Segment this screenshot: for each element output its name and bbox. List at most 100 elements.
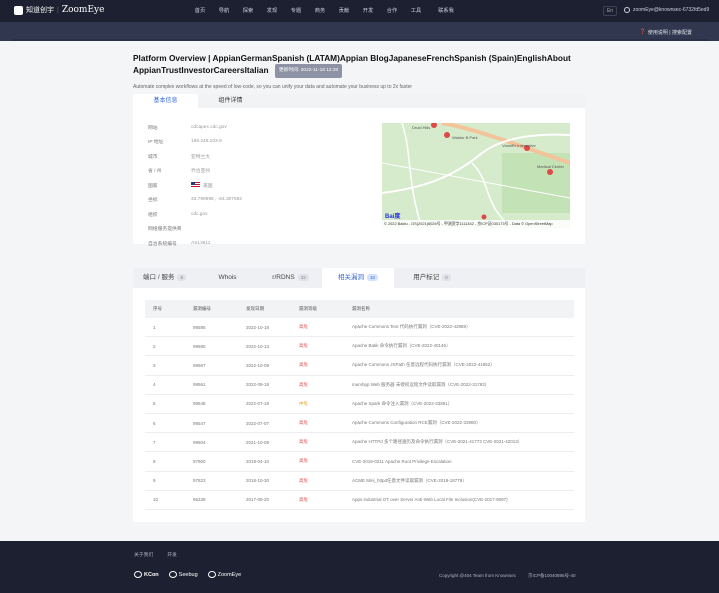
info-tabs: 基本信息 组件详情 <box>133 94 585 108</box>
table-cell: 5 <box>153 401 156 407</box>
tab-whois[interactable]: Whois <box>196 268 259 288</box>
col-header: 序号 <box>153 306 162 311</box>
info-row: 网络服务提供商 <box>148 222 242 237</box>
table-cell: 10 <box>153 497 159 503</box>
table-cell: 2017-09-20 <box>246 497 270 503</box>
table-cell[interactable]: Apache HTTPd 多个路径遍历及命令执行漏洞（CVE-2021-4177… <box>352 439 574 445</box>
table-row[interactable]: 3 99567 2022-10-09 高危 Apache Commons JXPath … <box>145 356 574 376</box>
severity-label: 高危 <box>299 477 308 483</box>
menu-item[interactable]: 开发 <box>356 7 380 14</box>
language-toggle[interactable]: En <box>603 6 617 16</box>
table-cell: 99585 <box>193 324 206 330</box>
location-map[interactable]: Druid Hills Waldor B Park ViamiRr Intera… <box>382 123 570 228</box>
tab-rdns[interactable]: r/RDNS 32 <box>259 268 322 288</box>
help-links-text: 使用说明 | 搜索配置 <box>647 30 692 36</box>
footer-link[interactable]: 开发 <box>167 551 177 558</box>
table-cell: 99580 <box>193 343 206 349</box>
info-card: 基本信息 组件详情 网站 cdcapex.cdc.gov IP 地址 198.246… <box>133 94 585 247</box>
table-cell: 2 <box>153 343 156 349</box>
info-value[interactable]: AS13611 <box>191 241 210 246</box>
severity-label: 高危 <box>299 381 308 387</box>
table-cell[interactable]: Apache Commons JXPath 任意远程代码执行漏洞（CVE-202… <box>352 362 574 368</box>
table-row[interactable]: 7 99504 2021-10-08 高危 Apache HTTPd 多个路径遍历及命令… <box>145 433 574 453</box>
table-row[interactable]: 1 99585 2022-10-18 高危 Apache Commons Text 代码… <box>145 318 574 338</box>
vuln-table: 序号 漏洞编号 发现日期 漏洞等级 漏洞名称 1 99585 2022-10-18 高… <box>145 300 574 510</box>
table-row[interactable]: 6 99547 2022-07-07 高危 Apache Commons Configu… <box>145 414 574 434</box>
map-place-label: Waldor B Park <box>452 135 478 140</box>
footer-logos: KCon Seebug ZoomEye <box>134 571 241 578</box>
tab-label: 端口 / 服务 <box>143 274 175 281</box>
table-cell[interactable]: ACME Mini_httpd任意文件读取漏洞（CVE-2018-18778） <box>352 478 574 484</box>
table-row[interactable]: 2 99580 2022-10-13 高危 Apache Batik 命令执行漏洞（CV… <box>145 337 574 357</box>
tab-user-tags[interactable]: 用户标记 0 <box>394 268 470 288</box>
us-flag-icon <box>191 182 200 189</box>
help-links[interactable]: ❓ 使用说明 | 搜索配置 <box>640 29 692 36</box>
table-cell[interactable]: Apps industrial OT over Server Anti-Web … <box>352 497 574 502</box>
tab-label: 用户标记 <box>413 274 440 281</box>
menu-item[interactable]: 合作 <box>380 7 404 14</box>
map-place-label: Medical Center <box>537 164 565 169</box>
info-key: 坐标 <box>148 198 158 204</box>
table-cell: 2022-10-13 <box>246 343 270 349</box>
menu-item[interactable]: 发现 <box>260 7 284 14</box>
user-menu[interactable]: zoomEye@knownsec-6732fd5ed9 <box>624 7 709 13</box>
table-cell: 2018-10-30 <box>246 478 270 484</box>
menu-item[interactable]: 商务 <box>308 7 332 14</box>
info-key: 网络服务提供商 <box>148 227 182 233</box>
table-cell: 1 <box>153 324 156 330</box>
map-place-label: Druid Hills <box>412 125 430 130</box>
tab-ports-services[interactable]: 端口 / 服务 8 <box>133 268 196 288</box>
info-key: 组织 <box>148 212 158 218</box>
seebug-logo[interactable]: Seebug <box>168 571 198 578</box>
menu-item[interactable]: 首页 <box>188 7 212 14</box>
info-row: 城市 亚特兰大 <box>148 149 242 164</box>
menu-item[interactable]: 专题 <box>284 7 308 14</box>
zoomeye-logo[interactable]: ZoomEye <box>207 571 241 578</box>
table-cell[interactable]: Apache Batik 命令执行漏洞（CVE-2022-40146） <box>352 343 574 349</box>
menu-item[interactable]: 工具 <box>404 7 428 14</box>
top-nav: 知道创宇 | ZoomEye 首页 导航 探索 发现 专题 商务 贡献 开发 合… <box>0 0 719 22</box>
info-value[interactable]: cdc.gov <box>191 212 208 217</box>
kcon-logo[interactable]: KCon <box>134 571 159 578</box>
table-cell: 99548 <box>193 401 206 407</box>
severity-label: 高危 <box>299 324 308 330</box>
detail-tabs: 端口 / 服务 8 Whois r/RDNS 32 相关漏洞 10 用户标记 0 <box>133 268 585 288</box>
menu-item[interactable]: 导航 <box>212 7 236 14</box>
menu-item[interactable]: 贡献 <box>332 7 356 14</box>
menu-item[interactable]: 联系我 <box>428 7 464 14</box>
table-cell[interactable]: Apache Commons Text 代码执行漏洞（CVE-2022-4288… <box>352 324 574 330</box>
footer-links: 关于我们 开发 <box>134 551 177 558</box>
table-cell: 7 <box>153 439 156 445</box>
brand-cn: 知道创宇 <box>26 7 54 14</box>
info-value: 亚特兰大 <box>191 154 211 160</box>
severity-label: 高危 <box>299 343 308 349</box>
table-row[interactable]: 10 96339 2017-09-20 高危 Apps industrial OT ov… <box>145 491 574 510</box>
footer-link[interactable]: 关于我们 <box>134 551 153 558</box>
table-row[interactable]: 9 97823 2018-10-30 高危 ACME Mini_httpd任意文件读取漏… <box>145 472 574 491</box>
tab-component-details[interactable]: 组件详情 <box>198 94 263 108</box>
page-title-text: Platform Overview | AppianGermanSpanish … <box>133 53 571 76</box>
table-cell[interactable]: Apache Commons Configuration RCE漏洞（CVE-2… <box>352 420 574 426</box>
info-value[interactable]: cdcapex.cdc.gov <box>191 125 227 130</box>
tab-label: Whois <box>218 274 237 281</box>
table-row[interactable]: 8 97900 2019-04-10 高危 CVE-2019-0211 Apache R… <box>145 452 574 472</box>
table-cell[interactable]: CVE-2019-0211 Apache Root Privilege Esca… <box>352 459 574 464</box>
table-row[interactable]: 4 99561 2022-09-18 高危 mumhpp Web 服务器 未授权远程文件… <box>145 376 574 395</box>
col-header: 漏洞编号 <box>193 306 211 311</box>
menu-item[interactable]: 探索 <box>236 7 260 14</box>
table-cell[interactable]: Apache Spark 命令注入漏洞（CVE-2022-33891） <box>352 401 574 407</box>
table-row[interactable]: 5 99548 2022-07-18 中危 Apache Spark 命令注入漏洞（CV… <box>145 395 574 414</box>
table-cell: 96339 <box>193 497 206 503</box>
table-cell[interactable]: mumhpp Web 服务器 未授权远程文件读取漏洞（CVE-2022-3179… <box>352 382 574 388</box>
tab-label: r/RDNS <box>272 274 295 281</box>
severity-label: 高危 <box>299 458 308 464</box>
table-header: 序号 漏洞编号 发现日期 漏洞等级 漏洞名称 <box>145 300 574 318</box>
tab-related-vulns[interactable]: 相关漏洞 10 <box>322 268 394 288</box>
seebug-icon <box>168 571 177 578</box>
info-value[interactable]: 198.246.103.9 <box>191 139 222 144</box>
username: zoomEye@knownsec-6732fd5ed9 <box>633 7 710 13</box>
icp-text[interactable]: 京ICP备10040895号-40 <box>528 573 576 579</box>
logo[interactable]: 知道创宇 | ZoomEye <box>14 5 104 15</box>
info-key: 省 / 州 <box>148 169 162 175</box>
tab-basic-info[interactable]: 基本信息 <box>133 94 198 108</box>
